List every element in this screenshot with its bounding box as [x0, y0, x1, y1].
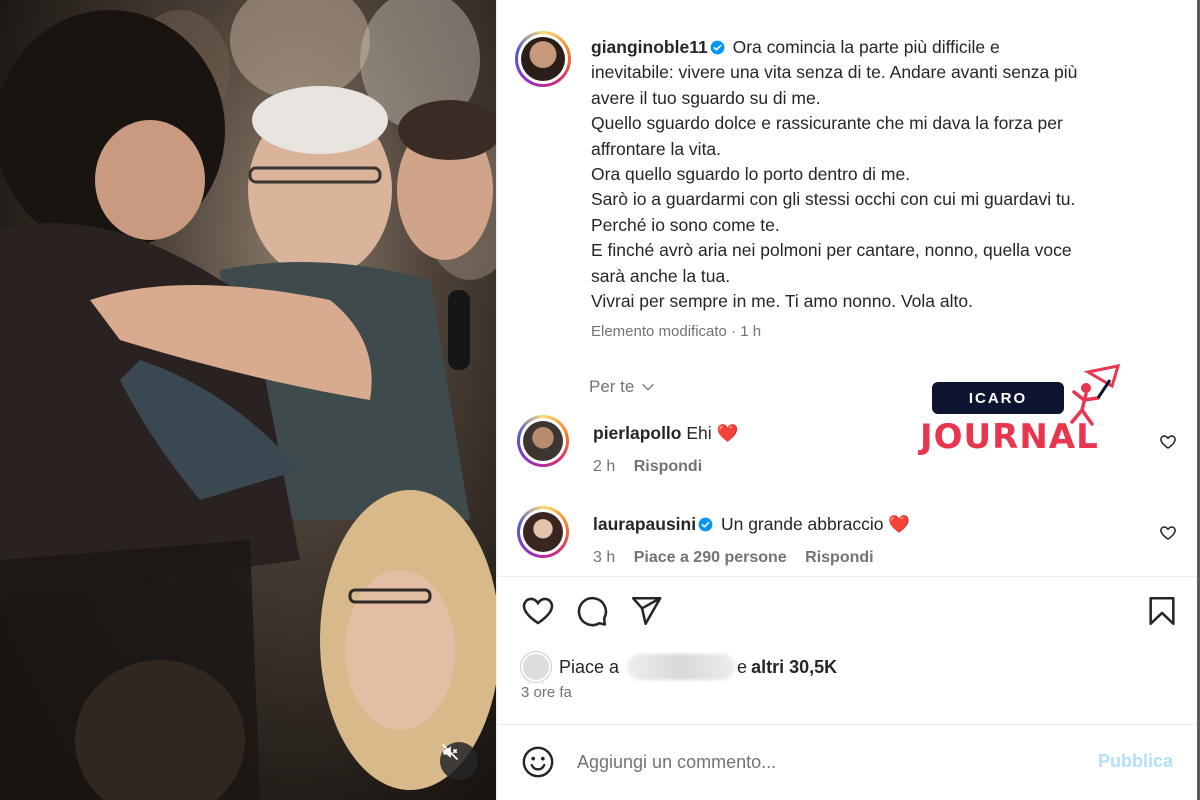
caption-line: Ora comincia la parte più difficile e: [732, 37, 1000, 57]
post-action-bar: [521, 594, 1181, 628]
bookmark-icon[interactable]: [1145, 594, 1179, 628]
publish-button[interactable]: Pubblica: [1098, 751, 1173, 772]
divider: [497, 576, 1200, 577]
mute-button[interactable]: [440, 742, 478, 780]
likes-middle: e: [737, 656, 748, 677]
verified-icon: [710, 40, 725, 55]
commenter-avatar[interactable]: [517, 506, 569, 558]
comment-meta: 3 h Piace a 290 persone Rispondi: [593, 549, 888, 567]
author-username[interactable]: gianginoble11: [591, 37, 708, 57]
like-comment-heart-icon[interactable]: [1159, 524, 1177, 542]
post-details-panel: gianginoble11 Ora comincia la parte più …: [496, 0, 1200, 800]
heart-icon[interactable]: [521, 594, 555, 628]
chevron-down-icon: [642, 383, 655, 391]
add-comment-bar: Pubblica: [497, 724, 1200, 800]
comment-body: Ehi ❤️: [686, 423, 739, 443]
watermark-top-text: ICARO: [932, 382, 1064, 414]
verified-icon: [698, 517, 713, 532]
caption-line: Vivrai per sempre in me. Ti amo nonno. V…: [591, 291, 973, 312]
caption-line: inevitabile: vivere una vita senza di te…: [591, 62, 1078, 83]
comment-text: pierlapollo Ehi ❤️: [593, 423, 738, 444]
caption-line: E finché avrò aria nei polmoni per canta…: [591, 240, 1072, 261]
likes-count[interactable]: altri 30,5K: [751, 657, 837, 678]
blurred-username: [627, 654, 736, 680]
author-avatar[interactable]: [515, 31, 571, 87]
comment-sort-label: Per te: [589, 377, 635, 396]
liker-avatar: [521, 652, 551, 682]
caption-line: Perché io sono come te.: [591, 214, 780, 235]
post-media[interactable]: [0, 0, 496, 800]
comment-likes-count[interactable]: Piace a 290 persone: [634, 549, 787, 566]
edited-timestamp: Elemento modificato · 1 h: [591, 323, 762, 340]
commenter-username[interactable]: pierlapollo: [593, 423, 681, 443]
commenter-avatar[interactable]: [517, 415, 569, 467]
reply-button[interactable]: Rispondi: [634, 458, 702, 475]
likes-prefix: Piace a: [559, 656, 620, 677]
caption-line: avere il tuo sguardo su di me.: [591, 87, 821, 108]
caption-line: affrontare la vita.: [591, 138, 722, 159]
emoji-icon[interactable]: [521, 745, 555, 779]
post-caption: gianginoble11 Ora comincia la parte più …: [591, 35, 1181, 314]
comment-meta: 2 h Rispondi: [593, 458, 716, 476]
caption-line: sarà anche la tua.: [591, 265, 731, 286]
share-icon[interactable]: [629, 594, 663, 628]
caption-line: Ora quello sguardo lo porto dentro di me…: [591, 164, 911, 185]
mute-icon: [441, 743, 459, 761]
comment-sort-dropdown[interactable]: Per te: [589, 377, 656, 397]
comment-text: laurapausini Un grande abbraccio ❤️: [593, 514, 910, 535]
comment-time: 3 h: [593, 549, 616, 566]
commenter-username[interactable]: laurapausini: [593, 514, 696, 534]
caption-line: Sarò io a guardarmi con gli stessi occhi…: [591, 189, 1076, 210]
concert-photo: [0, 0, 496, 800]
like-comment-heart-icon[interactable]: [1159, 433, 1177, 451]
likes-summary[interactable]: Piace a e altri 30,5K: [521, 652, 837, 682]
comment-item: pierlapollo Ehi ❤️ 2 h Rispondi: [517, 413, 1177, 483]
comment-input[interactable]: [577, 747, 1057, 777]
caption-line: Quello sguardo dolce e rassicurante che …: [591, 113, 1063, 134]
post-timestamp[interactable]: 3 ore fa: [521, 684, 572, 701]
comment-time: 2 h: [593, 458, 616, 475]
comment-icon[interactable]: [575, 594, 609, 628]
comment-item: laurapausini Un grande abbraccio ❤️ 3 h …: [517, 504, 1177, 574]
reply-button[interactable]: Rispondi: [805, 549, 873, 566]
comment-body: Un grande abbraccio ❤️: [720, 514, 911, 534]
